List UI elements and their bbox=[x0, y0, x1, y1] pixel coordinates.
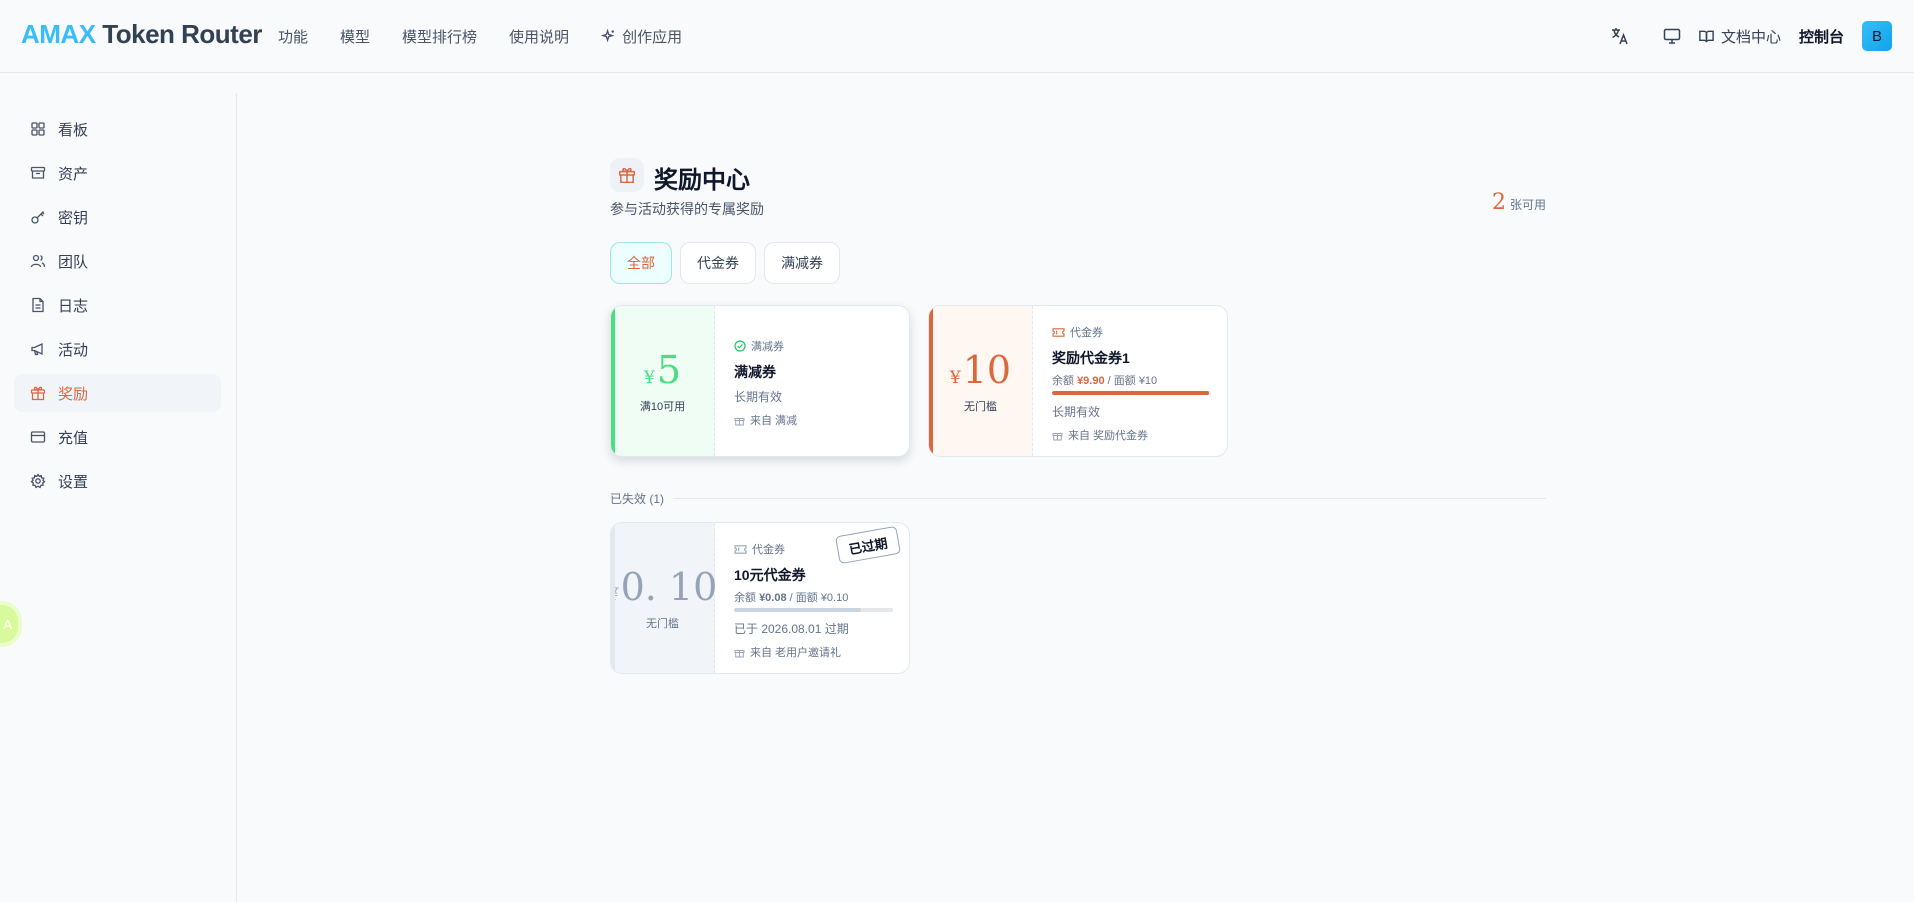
sidebar-item-label: 日志 bbox=[58, 297, 89, 315]
coupon-source: 来自 奖励代金券 bbox=[1052, 427, 1148, 443]
coupon-amount: ¥10 bbox=[949, 348, 1012, 392]
coupon-details: 代金券 奖励代金券1 余额 ¥9.90 / 面额 ¥10 长期有效 来自 奖励代… bbox=[1052, 306, 1213, 456]
available-count: 2 张可用 bbox=[1492, 190, 1546, 215]
sidebar-item-rewards[interactable]: 奖励 bbox=[14, 374, 221, 412]
divider bbox=[673, 498, 1546, 499]
gift-icon bbox=[734, 417, 745, 425]
coupon-amount-panel: ¥10 无门槛 bbox=[929, 306, 1033, 456]
brand-suffix: Token Router bbox=[95, 19, 262, 49]
credit-card-icon bbox=[30, 431, 46, 443]
available-count-label: 张可用 bbox=[1509, 198, 1546, 212]
coupon-balance: 余额 ¥9.90 / 面额 ¥10 bbox=[1052, 375, 1158, 387]
megaphone-icon bbox=[31, 342, 43, 356]
coupon-filter-tabs: 全部 代金券 满减券 bbox=[610, 242, 840, 284]
sidebar-item-label: 看板 bbox=[58, 121, 89, 139]
top-header: AMAX Token Router 功能 模型 模型排行榜 使用说明 创作应用 … bbox=[0, 0, 1914, 73]
expired-section-label: 已失效 (1) bbox=[610, 492, 665, 506]
coupon-amount-panel: ¥5 满10可用 bbox=[611, 306, 715, 456]
sidebar-item-label: 设置 bbox=[58, 473, 89, 491]
nav-model-ranking[interactable]: 模型排行榜 bbox=[402, 26, 477, 47]
coupon-card-voucher[interactable]: ¥10 无门槛 代金券 奖励代金券1 余额 ¥9.90 / 面额 ¥10 长期有… bbox=[928, 305, 1228, 457]
sidebar-item-label: 活动 bbox=[58, 341, 89, 359]
sidebar-item-label: 充值 bbox=[58, 429, 89, 447]
key-icon bbox=[31, 211, 45, 224]
available-count-number: 2 bbox=[1491, 190, 1506, 215]
users-icon bbox=[30, 254, 46, 268]
coupon-balance-progress bbox=[734, 608, 893, 612]
sidebar-item-activities[interactable]: 活动 bbox=[14, 330, 221, 368]
coupon-validity: 长期有效 bbox=[1052, 405, 1101, 419]
coupon-amount-panel: ¥0. 10 无门槛 bbox=[611, 523, 718, 673]
coupon-type: 满减券 bbox=[734, 338, 784, 354]
coupon-type: 代金券 bbox=[734, 541, 785, 557]
coupon-condition: 无门槛 bbox=[646, 618, 679, 630]
sidebar-item-label: 奖励 bbox=[58, 385, 89, 403]
coupon-type: 代金券 bbox=[1052, 324, 1103, 340]
page-subtitle: 参与活动获得的专属奖励 bbox=[610, 201, 764, 217]
tab-vouchers[interactable]: 代金券 bbox=[680, 242, 756, 284]
archive-icon bbox=[30, 166, 46, 179]
brand-prefix: AMAX bbox=[21, 19, 96, 49]
gift-icon bbox=[1052, 432, 1063, 440]
nav-usage-guide[interactable]: 使用说明 bbox=[509, 26, 569, 47]
coupon-details: 满减券 满减券 长期有效 来自 满减 bbox=[734, 306, 895, 456]
sidebar-item-settings[interactable]: 设置 bbox=[14, 462, 221, 500]
ticket-icon bbox=[734, 544, 747, 554]
sidebar-item-team[interactable]: 团队 bbox=[14, 242, 221, 280]
coupon-card-discount[interactable]: ¥5 满10可用 满减券 满减券 长期有效 来自 满减 bbox=[610, 305, 910, 457]
coupon-condition: 满10可用 bbox=[639, 401, 686, 413]
user-avatar[interactable]: B bbox=[1862, 21, 1892, 51]
tab-all[interactable]: 全部 bbox=[610, 242, 672, 284]
nav-features[interactable]: 功能 bbox=[278, 26, 308, 47]
gift-icon bbox=[734, 649, 745, 657]
check-circle-icon bbox=[734, 340, 746, 352]
sidebar-item-label: 资产 bbox=[58, 165, 89, 183]
coupon-card-expired[interactable]: ¥0. 10 无门槛 代金券 10元代金券 余额 ¥0.08 / 面额 ¥0.1… bbox=[610, 522, 910, 674]
top-nav: 功能 模型 模型排行榜 使用说明 创作应用 bbox=[278, 26, 714, 47]
coupon-amount: ¥5 bbox=[643, 348, 681, 392]
coupon-source: 来自 满减 bbox=[734, 412, 797, 428]
dashboard-icon bbox=[31, 122, 45, 136]
coupon-condition: 无门槛 bbox=[964, 401, 997, 413]
coupon-balance-progress bbox=[1052, 391, 1211, 395]
coupon-name: 满减券 bbox=[734, 364, 776, 380]
tab-discount-coupons[interactable]: 满减券 bbox=[764, 242, 840, 284]
rewards-gift-icon bbox=[610, 158, 644, 192]
sparkles-icon bbox=[601, 29, 615, 43]
page-title: 奖励中心 bbox=[654, 167, 750, 194]
translate-icon[interactable] bbox=[1604, 20, 1636, 52]
file-text-icon bbox=[32, 297, 44, 313]
sidebar-item-logs[interactable]: 日志 bbox=[14, 286, 221, 324]
sidebar-item-assets[interactable]: 资产 bbox=[14, 154, 221, 192]
coupon-accent-bar bbox=[611, 306, 615, 456]
sidebar-item-dashboard[interactable]: 看板 bbox=[14, 110, 221, 148]
sidebar-item-label: 团队 bbox=[58, 253, 89, 271]
nav-models[interactable]: 模型 bbox=[340, 26, 370, 47]
coupon-name: 奖励代金券1 bbox=[1052, 350, 1130, 366]
gift-icon bbox=[30, 386, 46, 401]
coupon-accent-bar bbox=[929, 306, 933, 456]
sidebar-item-recharge[interactable]: 充值 bbox=[14, 418, 221, 456]
coupon-source: 来自 老用户邀请礼 bbox=[734, 644, 841, 660]
header-actions: 文档中心 控制台 B bbox=[1604, 20, 1892, 52]
brand-logo[interactable]: AMAX Token Router bbox=[21, 19, 262, 50]
coupon-balance: 余额 ¥0.08 / 面额 ¥0.10 bbox=[734, 592, 849, 604]
book-open-icon bbox=[1699, 30, 1714, 42]
settings-icon bbox=[30, 473, 46, 489]
monitor-icon[interactable] bbox=[1656, 20, 1688, 52]
coupon-amount: ¥0. 10 bbox=[611, 565, 718, 609]
coupon-validity: 已于 2026.08.01 过期 bbox=[734, 622, 849, 636]
ticket-icon bbox=[1052, 327, 1065, 337]
docs-center-link[interactable]: 文档中心 bbox=[1698, 26, 1781, 47]
coupon-accent-bar bbox=[611, 523, 615, 673]
coupon-name: 10元代金券 bbox=[734, 567, 806, 583]
sidebar-item-keys[interactable]: 密钥 bbox=[14, 198, 221, 236]
sidebar: 看板 资产 密钥 团队 日志 活动 奖励 充值 设置 bbox=[0, 93, 237, 902]
coupon-validity: 长期有效 bbox=[734, 390, 783, 404]
nav-create-app[interactable]: 创作应用 bbox=[601, 26, 682, 47]
console-link[interactable]: 控制台 bbox=[1799, 26, 1844, 47]
sidebar-item-label: 密钥 bbox=[58, 209, 89, 227]
